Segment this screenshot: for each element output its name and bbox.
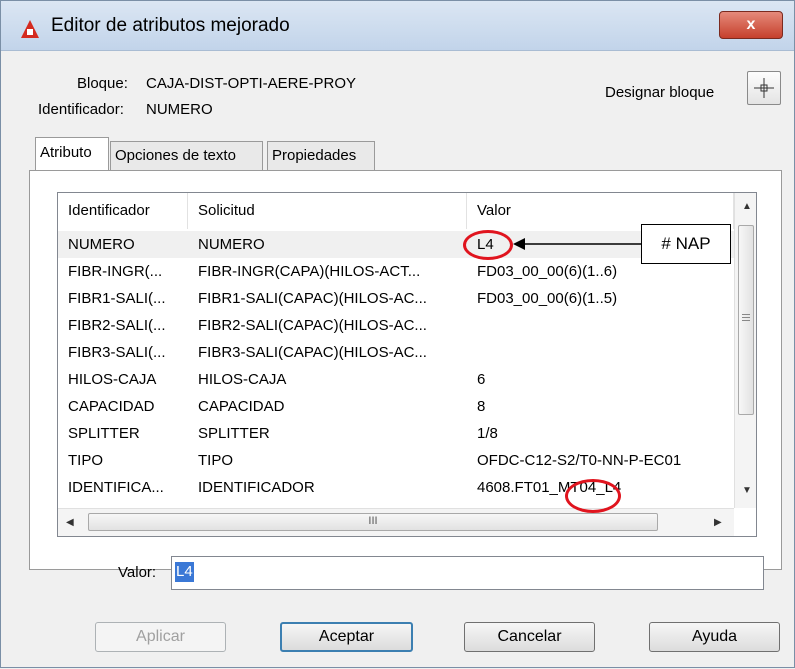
cancelar-button[interactable]: Cancelar bbox=[464, 622, 595, 652]
aplicar-button[interactable]: Aplicar bbox=[95, 622, 226, 652]
valor-input-text[interactable]: L4 bbox=[175, 562, 194, 582]
ayuda-button[interactable]: Ayuda bbox=[649, 622, 780, 652]
annotation-arrowhead bbox=[513, 238, 525, 250]
aceptar-button[interactable]: Aceptar bbox=[280, 622, 413, 652]
attribute-editor-window: Editor de atributos mejorado x Bloque: C… bbox=[0, 0, 795, 668]
nap-annotation-box: # NAP bbox=[641, 224, 731, 264]
valor-label: Valor: bbox=[118, 564, 157, 581]
highlight-ring-numero bbox=[463, 230, 513, 260]
highlight-ring-identificador bbox=[565, 479, 621, 513]
valor-input[interactable]: L4 bbox=[171, 556, 764, 590]
